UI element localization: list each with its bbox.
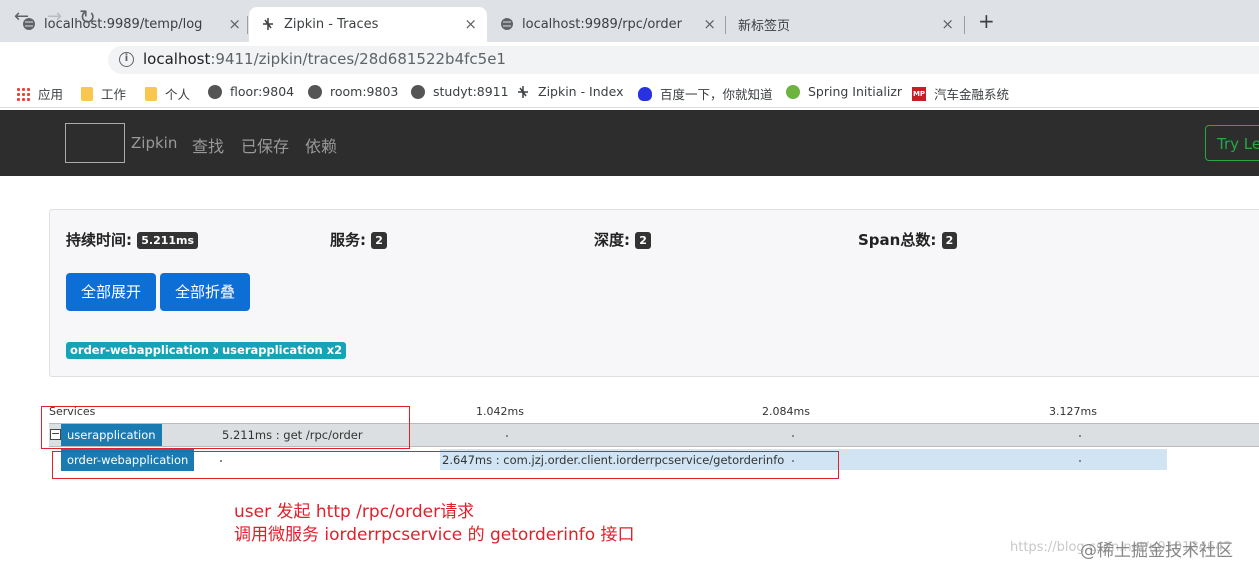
mp-logo-icon: MP xyxy=(912,86,926,101)
bookmark-label: floor:9804 xyxy=(230,84,295,99)
nav-saved[interactable]: 已保存 xyxy=(241,133,289,157)
tab-rpc-order[interactable]: localhost:9989/rpc/order × xyxy=(500,7,722,42)
new-tab-button[interactable]: + xyxy=(978,9,995,33)
service-filter-badge[interactable]: userapplication x2 xyxy=(218,342,347,359)
span-count-stat: Span总数: 2 xyxy=(858,229,958,250)
watermark-brand: @稀土掘金技术社区 xyxy=(1080,541,1233,561)
tab-divider xyxy=(964,16,965,34)
tab-title: Zipkin - Traces xyxy=(284,17,379,32)
try-lens-button[interactable]: Try Le xyxy=(1205,125,1259,161)
bookmark-label: 百度一下，你就知道 xyxy=(660,87,773,102)
url-path: :9411/zipkin/traces/28d681522b4fc5e1 xyxy=(210,50,506,68)
nav-find[interactable]: 查找 xyxy=(192,133,224,157)
apps-grid-icon xyxy=(16,86,30,101)
annotation-box xyxy=(52,451,839,479)
url-text[interactable]: localhost:9411/zipkin/traces/28d681522b4… xyxy=(143,50,506,68)
bookmark-label: 汽车金融系统 xyxy=(934,87,1010,102)
tab-zipkin-traces[interactable]: Zipkin - Traces × xyxy=(249,7,487,42)
bookmark-floor[interactable]: floor:9804 xyxy=(208,84,294,99)
span-count-label: Span总数: xyxy=(858,231,937,249)
services-stat: 服务: 2 xyxy=(330,229,387,250)
collapse-all-button[interactable]: 全部折叠 xyxy=(160,273,250,311)
spring-leaf-icon xyxy=(786,84,800,99)
tab-divider xyxy=(725,16,726,34)
globe-icon xyxy=(308,84,322,99)
tab-new-tab[interactable]: 新标签页 × xyxy=(738,7,960,42)
bookmark-apps[interactable]: 应用 xyxy=(16,84,63,103)
duration-stat: 持续时间: 5.211ms xyxy=(66,229,199,250)
nav-dependencies[interactable]: 依赖 xyxy=(305,133,337,157)
globe-icon xyxy=(208,84,222,99)
close-icon[interactable]: × xyxy=(228,17,241,32)
bookmark-label: studyt:8911 xyxy=(433,84,509,99)
tick-marker xyxy=(1079,460,1081,462)
zipkin-icon xyxy=(261,17,275,31)
bookmark-label: Zipkin - Index xyxy=(538,84,624,99)
bookmark-label: Spring Initializr xyxy=(808,84,903,99)
expand-all-button[interactable]: 全部展开 xyxy=(66,273,156,311)
globe-icon xyxy=(500,17,514,31)
depth-badge: 2 xyxy=(635,232,651,249)
depth-label: 深度: xyxy=(594,231,630,249)
bookmark-room[interactable]: room:9803 xyxy=(308,84,398,99)
services-label: 服务: xyxy=(330,231,366,249)
duration-badge: 5.211ms xyxy=(137,232,199,249)
zipkin-navbar: Zipkin 查找 已保存 依赖 Try Le xyxy=(0,110,1259,176)
close-icon[interactable]: × xyxy=(941,17,954,32)
url-host: localhost xyxy=(143,50,211,68)
info-icon[interactable]: i xyxy=(119,52,134,67)
bookmark-finance[interactable]: MP 汽车金融系统 xyxy=(912,84,1009,103)
bookmark-studyt[interactable]: studyt:8911 xyxy=(411,84,509,99)
bookmark-label: 应用 xyxy=(38,87,64,102)
forward-arrow-icon[interactable]: → xyxy=(47,8,62,26)
brand-link[interactable]: Zipkin xyxy=(131,134,177,152)
time-tick-label: 2.084ms xyxy=(762,405,810,418)
close-icon[interactable]: × xyxy=(703,17,716,32)
bookmark-label: room:9803 xyxy=(330,84,399,99)
tab-title: localhost:9989/rpc/order xyxy=(522,17,682,32)
tick-marker xyxy=(1079,435,1081,437)
bookmark-work[interactable]: 工作 xyxy=(81,84,126,103)
tick-marker xyxy=(506,435,508,437)
time-tick-label: 1.042ms xyxy=(476,405,524,418)
span-count-badge: 2 xyxy=(941,232,958,249)
zipkin-logo-image[interactable] xyxy=(65,123,125,163)
time-tick-label: 3.127ms xyxy=(1049,405,1097,418)
tab-title: localhost:9989/temp/log xyxy=(44,17,203,32)
bookmark-spring[interactable]: Spring Initializr xyxy=(786,84,902,99)
bookmark-zipkin-index[interactable]: Zipkin - Index xyxy=(516,84,623,99)
bookmark-label: 个人 xyxy=(165,87,191,102)
service-filter-badge[interactable]: order-webapplication x1 xyxy=(66,342,233,359)
services-badge: 2 xyxy=(371,232,387,249)
globe-icon xyxy=(411,84,425,99)
bookmark-personal[interactable]: 个人 xyxy=(145,84,190,103)
tick-marker xyxy=(792,435,794,437)
baidu-paw-icon xyxy=(638,86,652,101)
back-arrow-icon[interactable]: ← xyxy=(14,8,29,26)
reload-icon[interactable]: ↻ xyxy=(79,7,96,27)
depth-stat: 深度: 2 xyxy=(594,229,651,250)
folder-icon xyxy=(81,86,93,101)
annotation-text: user 发起 http /rpc/order请求 xyxy=(234,502,475,522)
tab-title: 新标签页 xyxy=(738,19,791,34)
annotation-text: 调用微服务 iorderrpcservice 的 getorderinfo 接口 xyxy=(234,525,635,545)
close-icon[interactable]: × xyxy=(464,17,477,32)
zipkin-icon xyxy=(516,85,530,99)
folder-icon xyxy=(145,86,157,101)
bookmark-label: 工作 xyxy=(101,87,127,102)
duration-label: 持续时间: xyxy=(66,231,132,249)
tab-divider xyxy=(247,16,248,34)
annotation-box xyxy=(41,406,410,449)
bookmark-baidu[interactable]: 百度一下，你就知道 xyxy=(638,84,773,103)
